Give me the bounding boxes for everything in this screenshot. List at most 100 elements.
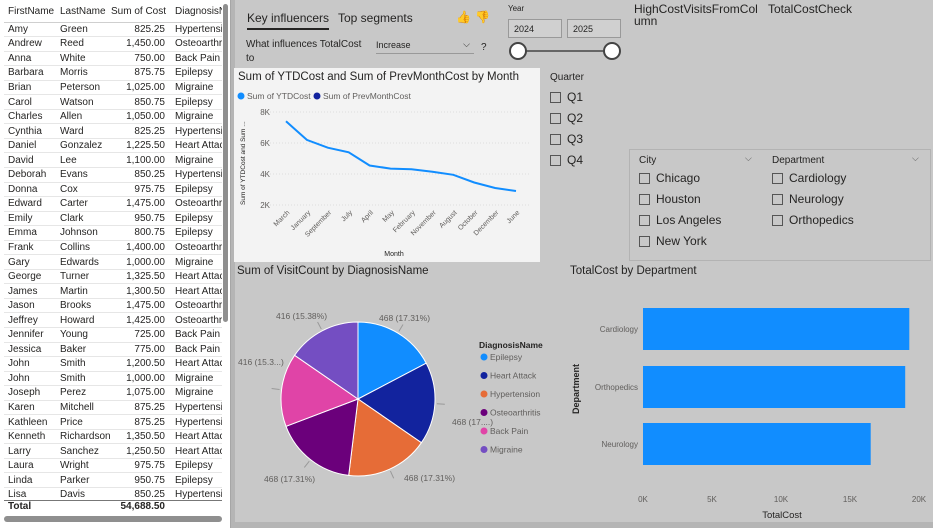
table-row[interactable]: Deborah Evans 850.25 Hypertensi <box>4 167 222 183</box>
x-tick-label: May <box>382 209 397 224</box>
table-row[interactable]: George Turner 1,325.50 Heart Attac <box>4 269 222 285</box>
cell-diagnosis: Hypertensi <box>171 167 222 183</box>
year-start-input[interactable]: 2024 <box>508 19 562 38</box>
chevron-down-icon[interactable]: ⌵ <box>912 153 919 164</box>
table-row[interactable]: Linda Parker 950.75 Epilepsy <box>4 472 222 488</box>
quarter-option-q3[interactable]: Q3 <box>550 131 583 147</box>
checkbox[interactable] <box>550 112 561 124</box>
table-row[interactable]: Cynthia Ward 825.25 Hypertensi <box>4 123 222 139</box>
table-row[interactable]: Daniel Gonzalez 1,225.50 Heart Attac <box>4 138 222 154</box>
table-row[interactable]: Kathleen Price 875.25 Hypertensi <box>4 414 222 430</box>
department-option-orthopedics[interactable]: Orthopedics <box>772 212 854 228</box>
table-row[interactable]: Kenneth Richardson 1,350.50 Heart Attac <box>4 429 222 445</box>
table-row[interactable]: David Lee 1,100.00 Migraine <box>4 152 222 168</box>
checkbox[interactable] <box>639 172 650 184</box>
table-row[interactable]: Laura Wright 975.75 Epilepsy <box>4 458 222 474</box>
year-slider-end-handle[interactable] <box>603 42 621 60</box>
quarter-option-q4[interactable]: Q4 <box>550 152 583 168</box>
table-row[interactable]: Joseph Perez 1,075.00 Migraine <box>4 385 222 401</box>
bar-orthopedics[interactable] <box>643 366 906 408</box>
quarter-option-q1[interactable]: Q1 <box>550 89 583 105</box>
checkbox[interactable] <box>772 193 783 205</box>
cell-diagnosis: Osteoarthr <box>171 36 222 52</box>
table-row[interactable]: Larry Sanchez 1,250.50 Heart Attac <box>4 443 222 459</box>
legend-label[interactable]: Osteoarthritis <box>490 408 541 418</box>
year-slider-track[interactable] <box>517 50 613 52</box>
table-row[interactable]: John Smith 1,000.00 Migraine <box>4 371 222 387</box>
department-option-cardiology[interactable]: Cardiology <box>772 170 846 186</box>
table-row[interactable]: Andrew Reed 1,450.00 Osteoarthr <box>4 36 222 52</box>
column-header-diagnosis[interactable]: DiagnosisN <box>171 2 222 23</box>
table-row[interactable]: Barbara Morris 875.75 Epilepsy <box>4 65 222 81</box>
bar-neurology[interactable] <box>643 423 871 465</box>
table-row[interactable]: Anna White 750.00 Back Pain <box>4 51 222 67</box>
cell-lastname: White <box>56 51 111 67</box>
table-row[interactable]: Frank Collins 1,400.00 Osteoarthr <box>4 240 222 256</box>
checkbox[interactable] <box>639 214 650 226</box>
legend-label[interactable]: Heart Attack <box>490 371 537 381</box>
checkbox[interactable] <box>772 172 783 184</box>
checkbox[interactable] <box>772 214 783 226</box>
checkbox[interactable] <box>550 91 561 103</box>
x-tick-label: 10K <box>774 495 789 504</box>
influence-direction-dropdown[interactable]: Increase ⌵ <box>376 38 474 54</box>
help-icon[interactable]: ? <box>481 42 487 53</box>
table-row[interactable]: Brian Peterson 1,025.00 Migraine <box>4 80 222 96</box>
table-row[interactable]: Gary Edwards 1,000.00 Migraine <box>4 254 222 270</box>
table-row[interactable]: Emily Clark 950.75 Epilepsy <box>4 211 222 227</box>
table-row[interactable]: Jason Brooks 1,475.00 Osteoarthr <box>4 298 222 314</box>
checkbox[interactable] <box>550 154 561 166</box>
table-row[interactable]: Emma Johnson 800.75 Epilepsy <box>4 225 222 241</box>
table-row[interactable]: Carol Watson 850.75 Epilepsy <box>4 94 222 110</box>
city-option-chicago[interactable]: Chicago <box>639 170 700 186</box>
option-label: Cardiology <box>789 171 847 185</box>
thumbs-down-icon[interactable]: 👎 <box>475 10 490 24</box>
checkbox[interactable] <box>550 133 561 145</box>
table-row[interactable]: Karen Mitchell 875.25 Hypertensi <box>4 400 222 416</box>
thumbs-up-icon[interactable]: 👍 <box>456 10 471 24</box>
table-row[interactable]: Jeffrey Howard 1,425.00 Osteoarthr <box>4 312 222 328</box>
legend-label[interactable]: Hypertension <box>490 389 540 399</box>
column-header-lastname[interactable]: LastName <box>56 2 111 23</box>
city-option-new-york[interactable]: New York <box>639 233 707 249</box>
cell-firstname: James <box>4 283 56 299</box>
cell-diagnosis: Migraine <box>171 254 222 270</box>
column-header-sum-of-cost[interactable]: Sum of Cost <box>111 2 171 23</box>
table-row[interactable]: Jessica Baker 775.00 Back Pain <box>4 342 222 358</box>
cell-cost: 875.25 <box>111 414 171 430</box>
table-vertical-scrollbar[interactable] <box>223 4 228 322</box>
department-option-neurology[interactable]: Neurology <box>772 191 844 207</box>
table-row[interactable]: Edward Carter 1,475.00 Osteoarthr <box>4 196 222 212</box>
tab-key-influencers[interactable]: Key influencers <box>247 11 330 30</box>
table-horizontal-scrollbar[interactable] <box>4 516 222 522</box>
city-option-los-angeles[interactable]: Los Angeles <box>639 212 721 228</box>
cell-diagnosis: Migraine <box>171 371 222 387</box>
cell-firstname: Frank <box>4 240 56 256</box>
tab-top-segments[interactable]: Top segments <box>338 11 413 25</box>
y-tick-label: 8K <box>260 108 270 117</box>
cell-cost: 1,325.50 <box>111 269 171 285</box>
table-row[interactable]: Charles Allen 1,050.00 Migraine <box>4 109 222 125</box>
quarter-option-q2[interactable]: Q2 <box>550 110 583 126</box>
table-row[interactable]: Jennifer Young 725.00 Back Pain <box>4 327 222 343</box>
cell-diagnosis: Migraine <box>171 80 222 96</box>
table-row[interactable]: James Martin 1,300.50 Heart Attac <box>4 283 222 299</box>
year-end-input[interactable]: 2025 <box>567 19 621 38</box>
legend-label[interactable]: Epilepsy <box>490 352 523 362</box>
table-row[interactable]: Donna Cox 975.75 Epilepsy <box>4 182 222 198</box>
line-series-ytd[interactable] <box>285 120 517 192</box>
chevron-down-icon[interactable]: ⌵ <box>745 153 752 164</box>
table-row[interactable]: Amy Green 825.25 Hypertensi <box>4 22 222 38</box>
bar-cardiology[interactable] <box>643 308 910 350</box>
cell-cost: 1,425.00 <box>111 312 171 328</box>
year-slider-start-handle[interactable] <box>509 42 527 60</box>
table-row[interactable]: John Smith 1,200.50 Heart Attac <box>4 356 222 372</box>
legend-label[interactable]: Back Pain <box>490 426 529 436</box>
legend-dot <box>480 372 488 379</box>
checkbox[interactable] <box>639 235 650 247</box>
pie-chart-title: Sum of VisitCount by DiagnosisName <box>237 265 429 277</box>
legend-label[interactable]: Migraine <box>490 445 523 455</box>
city-option-houston[interactable]: Houston <box>639 191 701 207</box>
checkbox[interactable] <box>639 193 650 205</box>
column-header-firstname[interactable]: FirstName <box>4 2 56 23</box>
